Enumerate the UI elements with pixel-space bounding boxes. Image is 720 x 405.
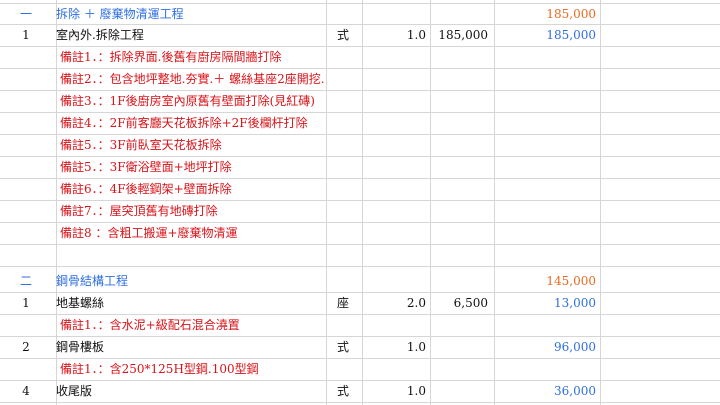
note-row[interactable]: 備註4．：2F前客廳天花板拆除+2F後欄杆打除 <box>0 113 720 135</box>
section-subtotal: 145,000 <box>546 274 596 288</box>
table-row[interactable]: 1 地基螺絲 座 2.0 6,500 13,000 <box>0 293 720 315</box>
item-name: 地基螺絲 <box>56 296 105 310</box>
note-text: 備註6．：4F後輕鋼架+壁面拆除 <box>60 182 232 196</box>
note-text: 備註2．：包含地坪整地.夯實.＋ 螺絲基座2座開挖. <box>60 72 325 86</box>
table-row[interactable]: 2 鋼骨樓板 式 1.0 96,000 <box>0 337 720 359</box>
item-number: 2 <box>22 340 30 354</box>
note-text: 備註5．：3F衛浴壁面+地坪打除 <box>60 160 232 174</box>
table-row[interactable]: 1 室內外.拆除工程 式 1.0 185,000 185,000 <box>0 25 720 47</box>
note-row[interactable]: 備註7．：屋突頂舊有地磚打除 <box>0 201 720 223</box>
item-unit-price <box>432 381 488 402</box>
note-row[interactable]: 備註1．：含250*125H型鋼.100型鋼 <box>0 359 720 381</box>
item-unit: 式 <box>336 28 349 42</box>
item-unit: 座 <box>336 296 349 310</box>
item-number: 1 <box>22 296 30 310</box>
empty-row[interactable] <box>0 245 720 267</box>
item-unit: 式 <box>336 340 349 354</box>
note-text: 備註1．：含250*125H型鋼.100型鋼 <box>60 362 259 376</box>
estimate-sheet: 一 拆除 ＋ 廢棄物清運工程 185,000 1 室內外.拆除工程 式 1.0 … <box>0 0 720 405</box>
note-row[interactable]: 備註5．：3F前臥室天花板拆除 <box>0 135 720 157</box>
note-text: 備註7．：屋突頂舊有地磚打除 <box>60 204 218 218</box>
table-row[interactable]: 4 收尾版 式 1.0 36,000 <box>0 381 720 403</box>
note-text: 備註1．：含水泥+級配石混合澆置 <box>60 318 240 332</box>
item-number: 4 <box>22 384 30 398</box>
item-quantity: 1.0 <box>406 28 426 42</box>
item-unit-price <box>432 337 488 358</box>
section-header-row[interactable]: 一 拆除 ＋ 廢棄物清運工程 185,000 <box>0 3 720 25</box>
note-text: 備註1．：拆除界面.後舊有廚房隔間牆打除 <box>60 50 282 64</box>
item-quantity: 1.0 <box>406 340 426 354</box>
section-header-row[interactable]: 二 鋼骨結構工程 145,000 <box>0 271 720 293</box>
item-quantity: 1.0 <box>406 384 426 398</box>
item-number: 1 <box>22 28 30 42</box>
note-row[interactable]: 備註3．：1F後廚房室內原舊有壁面打除(見紅磚) <box>0 91 720 113</box>
note-text: 備註5．：3F前臥室天花板拆除 <box>60 138 222 152</box>
item-name: 收尾版 <box>56 384 93 398</box>
note-row[interactable]: 備註5．：3F衛浴壁面+地坪打除 <box>0 157 720 179</box>
section-number: 二 <box>19 274 32 288</box>
section-title: 鋼骨結構工程 <box>56 274 129 288</box>
item-amount: 185,000 <box>546 28 596 42</box>
note-row[interactable]: 備註6．：4F後輕鋼架+壁面拆除 <box>0 179 720 201</box>
item-amount: 13,000 <box>554 296 596 310</box>
note-text: 備註4．：2F前客廳天花板拆除+2F後欄杆打除 <box>60 116 308 130</box>
item-name: 室內外.拆除工程 <box>56 28 144 42</box>
note-text: 備註3．：1F後廚房室內原舊有壁面打除(見紅磚) <box>60 94 315 108</box>
note-text: 備註8 ：含粗工搬運+廢棄物清運 <box>60 226 238 240</box>
section-number: 一 <box>19 7 32 21</box>
note-row[interactable]: 備註1．：拆除界面.後舊有廚房隔間牆打除 <box>0 47 720 69</box>
note-row[interactable]: 備註8 ：含粗工搬運+廢棄物清運 <box>0 223 720 245</box>
section-title: 拆除 ＋ 廢棄物清運工程 <box>56 7 184 21</box>
note-row[interactable]: 備註1．：含水泥+級配石混合澆置 <box>0 315 720 337</box>
item-amount: 96,000 <box>554 340 596 354</box>
item-unit-price: 6,500 <box>453 296 488 310</box>
section-subtotal: 185,000 <box>546 7 596 21</box>
note-row[interactable]: 備註2．：包含地坪整地.夯實.＋ 螺絲基座2座開挖. <box>0 69 720 91</box>
item-name: 鋼骨樓板 <box>56 340 105 354</box>
item-unit-price: 185,000 <box>438 28 488 42</box>
item-unit: 式 <box>336 384 349 398</box>
item-quantity: 2.0 <box>406 296 426 310</box>
item-amount: 36,000 <box>554 384 596 398</box>
